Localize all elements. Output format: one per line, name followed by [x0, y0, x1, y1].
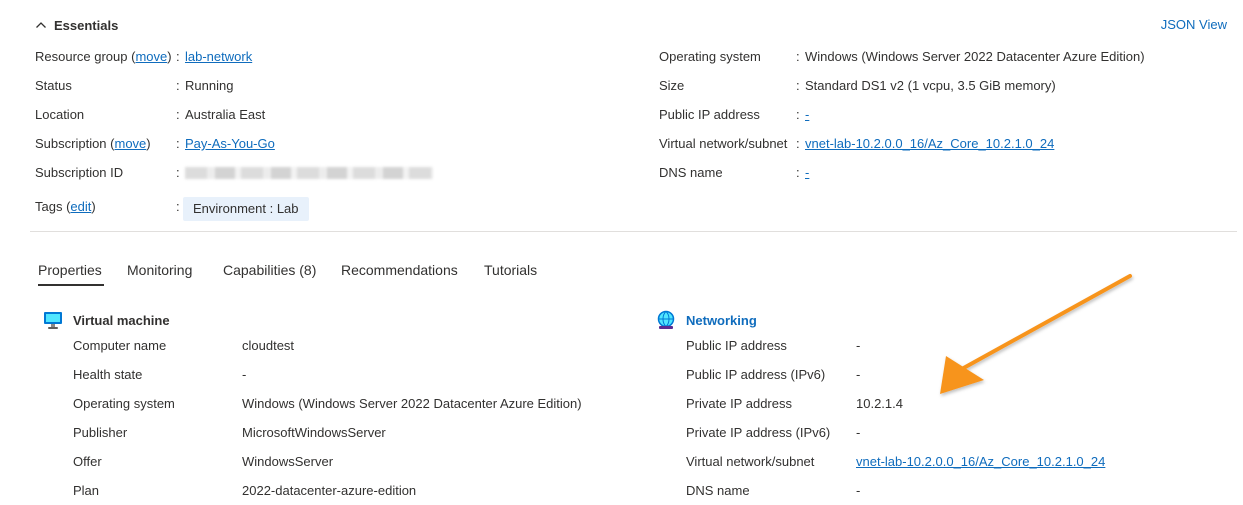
- essentials-row-resource-group: Resource group (move) : lab-network: [35, 48, 595, 66]
- subscription-id-redacted: [185, 164, 433, 184]
- vm-row-label: Health state: [73, 367, 143, 382]
- chevron-up-icon: [36, 22, 46, 28]
- private-ip-value: 10.2.1.4: [856, 396, 903, 411]
- essentials-title: Essentials: [54, 17, 119, 33]
- colon: :: [176, 78, 180, 93]
- net-row-value: -: [856, 367, 861, 382]
- vm-row-value: cloudtest: [242, 338, 295, 353]
- location-value: Australia East: [185, 107, 266, 122]
- vm-row-label: Operating system: [73, 396, 175, 411]
- label-suffix: ): [146, 136, 151, 151]
- vm-row-value: Windows (Windows Server 2022 Datacenter …: [242, 396, 582, 411]
- essentials-toggle[interactable]: Essentials: [34, 16, 118, 34]
- subscription-value-link[interactable]: Pay-As-You-Go: [185, 135, 275, 153]
- dns-label: DNS name: [659, 165, 723, 180]
- os-value: Windows (Windows Server 2022 Datacenter …: [805, 49, 1145, 64]
- colon: :: [796, 165, 800, 180]
- tab-tutorials[interactable]: Tutorials: [484, 262, 537, 278]
- net-row-label: Public IP address: [686, 338, 787, 353]
- location-label: Location: [35, 107, 85, 122]
- vm-row-value: WindowsServer: [242, 454, 334, 469]
- colon: :: [796, 49, 800, 64]
- net-row-label: Virtual network/subnet: [686, 454, 815, 469]
- size-value: Standard DS1 v2 (1 vcpu, 3.5 GiB memory): [805, 78, 1056, 93]
- label-prefix: Tags (: [35, 199, 71, 214]
- label-prefix: Subscription (: [35, 136, 115, 151]
- essentials-row-public-ip: Public IP address : -: [659, 106, 1229, 124]
- resource-group-label: Resource group (move): [35, 48, 172, 66]
- net-row-label: Public IP address (IPv6): [686, 367, 826, 382]
- json-view-link[interactable]: JSON View: [1161, 17, 1227, 32]
- essentials-row-subscription: Subscription (move) : Pay-As-You-Go: [35, 135, 595, 153]
- tab-capabilities[interactable]: Capabilities (8): [223, 262, 316, 278]
- colon: :: [176, 136, 180, 151]
- net-row-label: DNS name: [686, 483, 750, 498]
- essentials-row-dns: DNS name : -: [659, 164, 1229, 182]
- move-resource-group-link[interactable]: move: [135, 49, 167, 64]
- orange-arrow-annotation: [940, 274, 1132, 394]
- edit-tags-link[interactable]: edit: [70, 199, 91, 214]
- size-label: Size: [659, 78, 685, 93]
- colon: :: [176, 107, 180, 122]
- essentials-row-status: Status : Running: [35, 77, 595, 95]
- tags-label: Tags (edit): [35, 198, 96, 216]
- net-row-value: -: [856, 425, 861, 440]
- resource-group-value-link[interactable]: lab-network: [185, 48, 252, 66]
- essentials-row-size: Size : Standard DS1 v2 (1 vcpu, 3.5 GiB …: [659, 77, 1229, 95]
- tab-properties[interactable]: Properties: [38, 262, 102, 278]
- public-ip-label: Public IP address: [659, 107, 760, 122]
- os-label: Operating system: [659, 49, 761, 64]
- tab-monitoring[interactable]: Monitoring: [127, 262, 192, 278]
- vm-row-label: Publisher: [73, 425, 128, 440]
- section-divider: [30, 231, 1237, 232]
- redacted-blur: [185, 167, 433, 179]
- vnet-value-link[interactable]: vnet-lab-10.2.0.0_16/Az_Core_10.2.1.0_24: [805, 135, 1054, 153]
- networking-icon: [657, 310, 675, 329]
- net-row-value: -: [856, 483, 861, 498]
- net-row-label: Private IP address (IPv6): [686, 425, 831, 440]
- colon: :: [796, 107, 800, 122]
- vm-row-value: -: [242, 367, 247, 382]
- essentials-row-tags: Tags (edit) :: [35, 198, 595, 216]
- colon: :: [796, 136, 800, 151]
- label-prefix: Resource group (: [35, 49, 136, 64]
- dns-value-link[interactable]: -: [805, 164, 809, 182]
- vm-row-value: 2022-datacenter-azure-edition: [242, 483, 417, 498]
- subscription-id-label: Subscription ID: [35, 165, 124, 180]
- label-suffix: ): [91, 199, 96, 214]
- tab-recommendations[interactable]: Recommendations: [341, 262, 458, 278]
- status-value: Running: [185, 78, 234, 93]
- essentials-row-os: Operating system : Windows (Windows Serv…: [659, 48, 1229, 66]
- active-tab-indicator: [38, 284, 104, 286]
- essentials-row-subscription-id: Subscription ID :: [35, 164, 595, 182]
- vm-section-title: Virtual machine: [73, 313, 170, 328]
- move-subscription-link[interactable]: move: [114, 136, 146, 151]
- public-ip-value-link[interactable]: -: [805, 106, 809, 124]
- vm-row-label: Plan: [73, 483, 100, 498]
- colon: :: [176, 199, 180, 214]
- vm-row-label: Computer name: [73, 338, 167, 353]
- vnet-label: Virtual network/subnet: [659, 136, 788, 151]
- net-row-label: Private IP address: [686, 396, 792, 411]
- essentials-row-location: Location : Australia East: [35, 106, 595, 124]
- virtual-machine-icon: [44, 312, 62, 329]
- vm-row-value: MicrosoftWindowsServer: [242, 425, 386, 440]
- subscription-label: Subscription (move): [35, 135, 151, 153]
- colon: :: [796, 78, 800, 93]
- net-vnet-link[interactable]: vnet-lab-10.2.0.0_16/Az_Core_10.2.1.0_24: [856, 453, 1105, 471]
- colon: :: [176, 49, 180, 64]
- colon: :: [176, 165, 180, 180]
- tag-chip-environment[interactable]: Environment : Lab: [183, 197, 309, 221]
- status-label: Status: [35, 78, 72, 93]
- vm-row-label: Offer: [73, 454, 102, 469]
- essentials-row-vnet: Virtual network/subnet : vnet-lab-10.2.0…: [659, 135, 1229, 153]
- net-row-value: -: [856, 338, 861, 353]
- networking-section-link[interactable]: Networking: [686, 313, 757, 328]
- label-suffix: ): [167, 49, 172, 64]
